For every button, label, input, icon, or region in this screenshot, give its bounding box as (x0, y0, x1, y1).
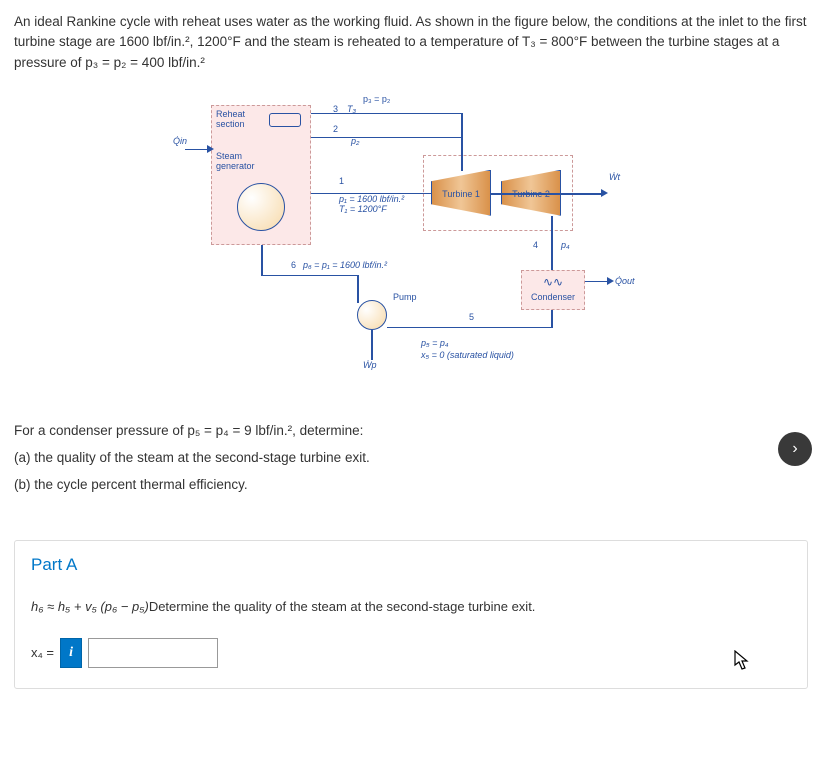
part-a-title: Part A (15, 541, 807, 589)
state-3: 3 (333, 105, 338, 115)
qout-arrow (607, 277, 614, 285)
wt-arrow (601, 189, 608, 197)
questions-block: For a condenser pressure of p₅ = p₄ = 9 … (0, 405, 822, 510)
qin-line (185, 149, 209, 151)
chevron-right-icon: › (792, 440, 797, 458)
state-2: 2 (333, 125, 338, 135)
part-a-hint: h₆ ≈ h₅ + v₅ (p₆ − p₅)Determine the qual… (31, 599, 791, 614)
info-button[interactable]: i (60, 638, 82, 668)
reheat-coil (269, 113, 301, 127)
line-2-in (311, 137, 461, 139)
rankine-diagram: Reheat section Steam generator Q̇in p₃ =… (171, 95, 651, 385)
wt-label: Ẇt (609, 173, 620, 183)
answer-input[interactable] (88, 638, 218, 668)
state-6: 6 (291, 261, 296, 271)
line-5h (387, 327, 552, 329)
reheat-label: Reheat section (216, 110, 245, 130)
problem-text: An ideal Rankine cycle with reheat uses … (14, 14, 806, 70)
line-6v (261, 245, 263, 276)
question-b: (b) the cycle percent thermal efficiency… (14, 471, 808, 498)
answer-row: x₄ = i (31, 638, 791, 668)
hint-text: Determine the quality of the steam at th… (149, 599, 536, 614)
qin-arrow (207, 145, 214, 153)
qout-line (585, 281, 607, 283)
p2-label: p₂ (351, 137, 359, 147)
line-6v2 (357, 275, 359, 303)
p3-eq-p2: p₃ = p₂ (363, 95, 390, 105)
qin-label: Q̇in (173, 137, 187, 147)
qout-label: Q̇out (615, 277, 635, 287)
line-5v (551, 310, 553, 328)
wp-label: Ẇp (363, 361, 377, 371)
next-button[interactable]: › (778, 432, 812, 466)
line-4 (551, 216, 553, 270)
part-a-section: Part A h₆ ≈ h₅ + v₅ (p₆ − p₅)Determine t… (14, 540, 808, 689)
pump-label: Pump (393, 293, 417, 303)
p1-T1: p₁ = 1600 lbf/in.² T₁ = 1200°F (339, 195, 404, 215)
T3-label: T₃ (347, 105, 356, 115)
steam-gen-label: Steam generator (216, 152, 255, 172)
wp-line (371, 330, 373, 360)
line-6h (261, 275, 359, 277)
state-4: 4 (533, 241, 538, 251)
diagram-container: Reheat section Steam generator Q̇in p₃ =… (0, 85, 822, 405)
shaft-line (491, 193, 601, 195)
p4-label: p₄ (561, 241, 570, 251)
problem-statement: An ideal Rankine cycle with reheat uses … (0, 0, 822, 85)
question-intro: For a condenser pressure of p₅ = p₄ = 9 … (14, 417, 808, 444)
pump-icon (357, 300, 387, 330)
answer-label: x₄ = (31, 645, 54, 660)
x5-label: x₅ = 0 (saturated liquid) (421, 351, 514, 361)
question-a: (a) the quality of the steam at the seco… (14, 444, 808, 471)
p6-label: p₆ = p₁ = 1600 lbf/in.² (303, 261, 387, 271)
condenser-coil: ∿∿ (531, 275, 575, 287)
p5-label: p₅ = p₄ (421, 339, 449, 349)
info-icon: i (69, 645, 73, 661)
hint-formula: h₆ ≈ h₅ + v₅ (p₆ − p₅) (31, 599, 149, 614)
state-1: 1 (339, 177, 344, 187)
part-a-body: h₆ ≈ h₅ + v₅ (p₆ − p₅)Determine the qual… (15, 589, 807, 688)
line-t1-to-2 (461, 137, 463, 170)
state-5: 5 (469, 313, 474, 323)
boiler-icon (237, 183, 285, 231)
